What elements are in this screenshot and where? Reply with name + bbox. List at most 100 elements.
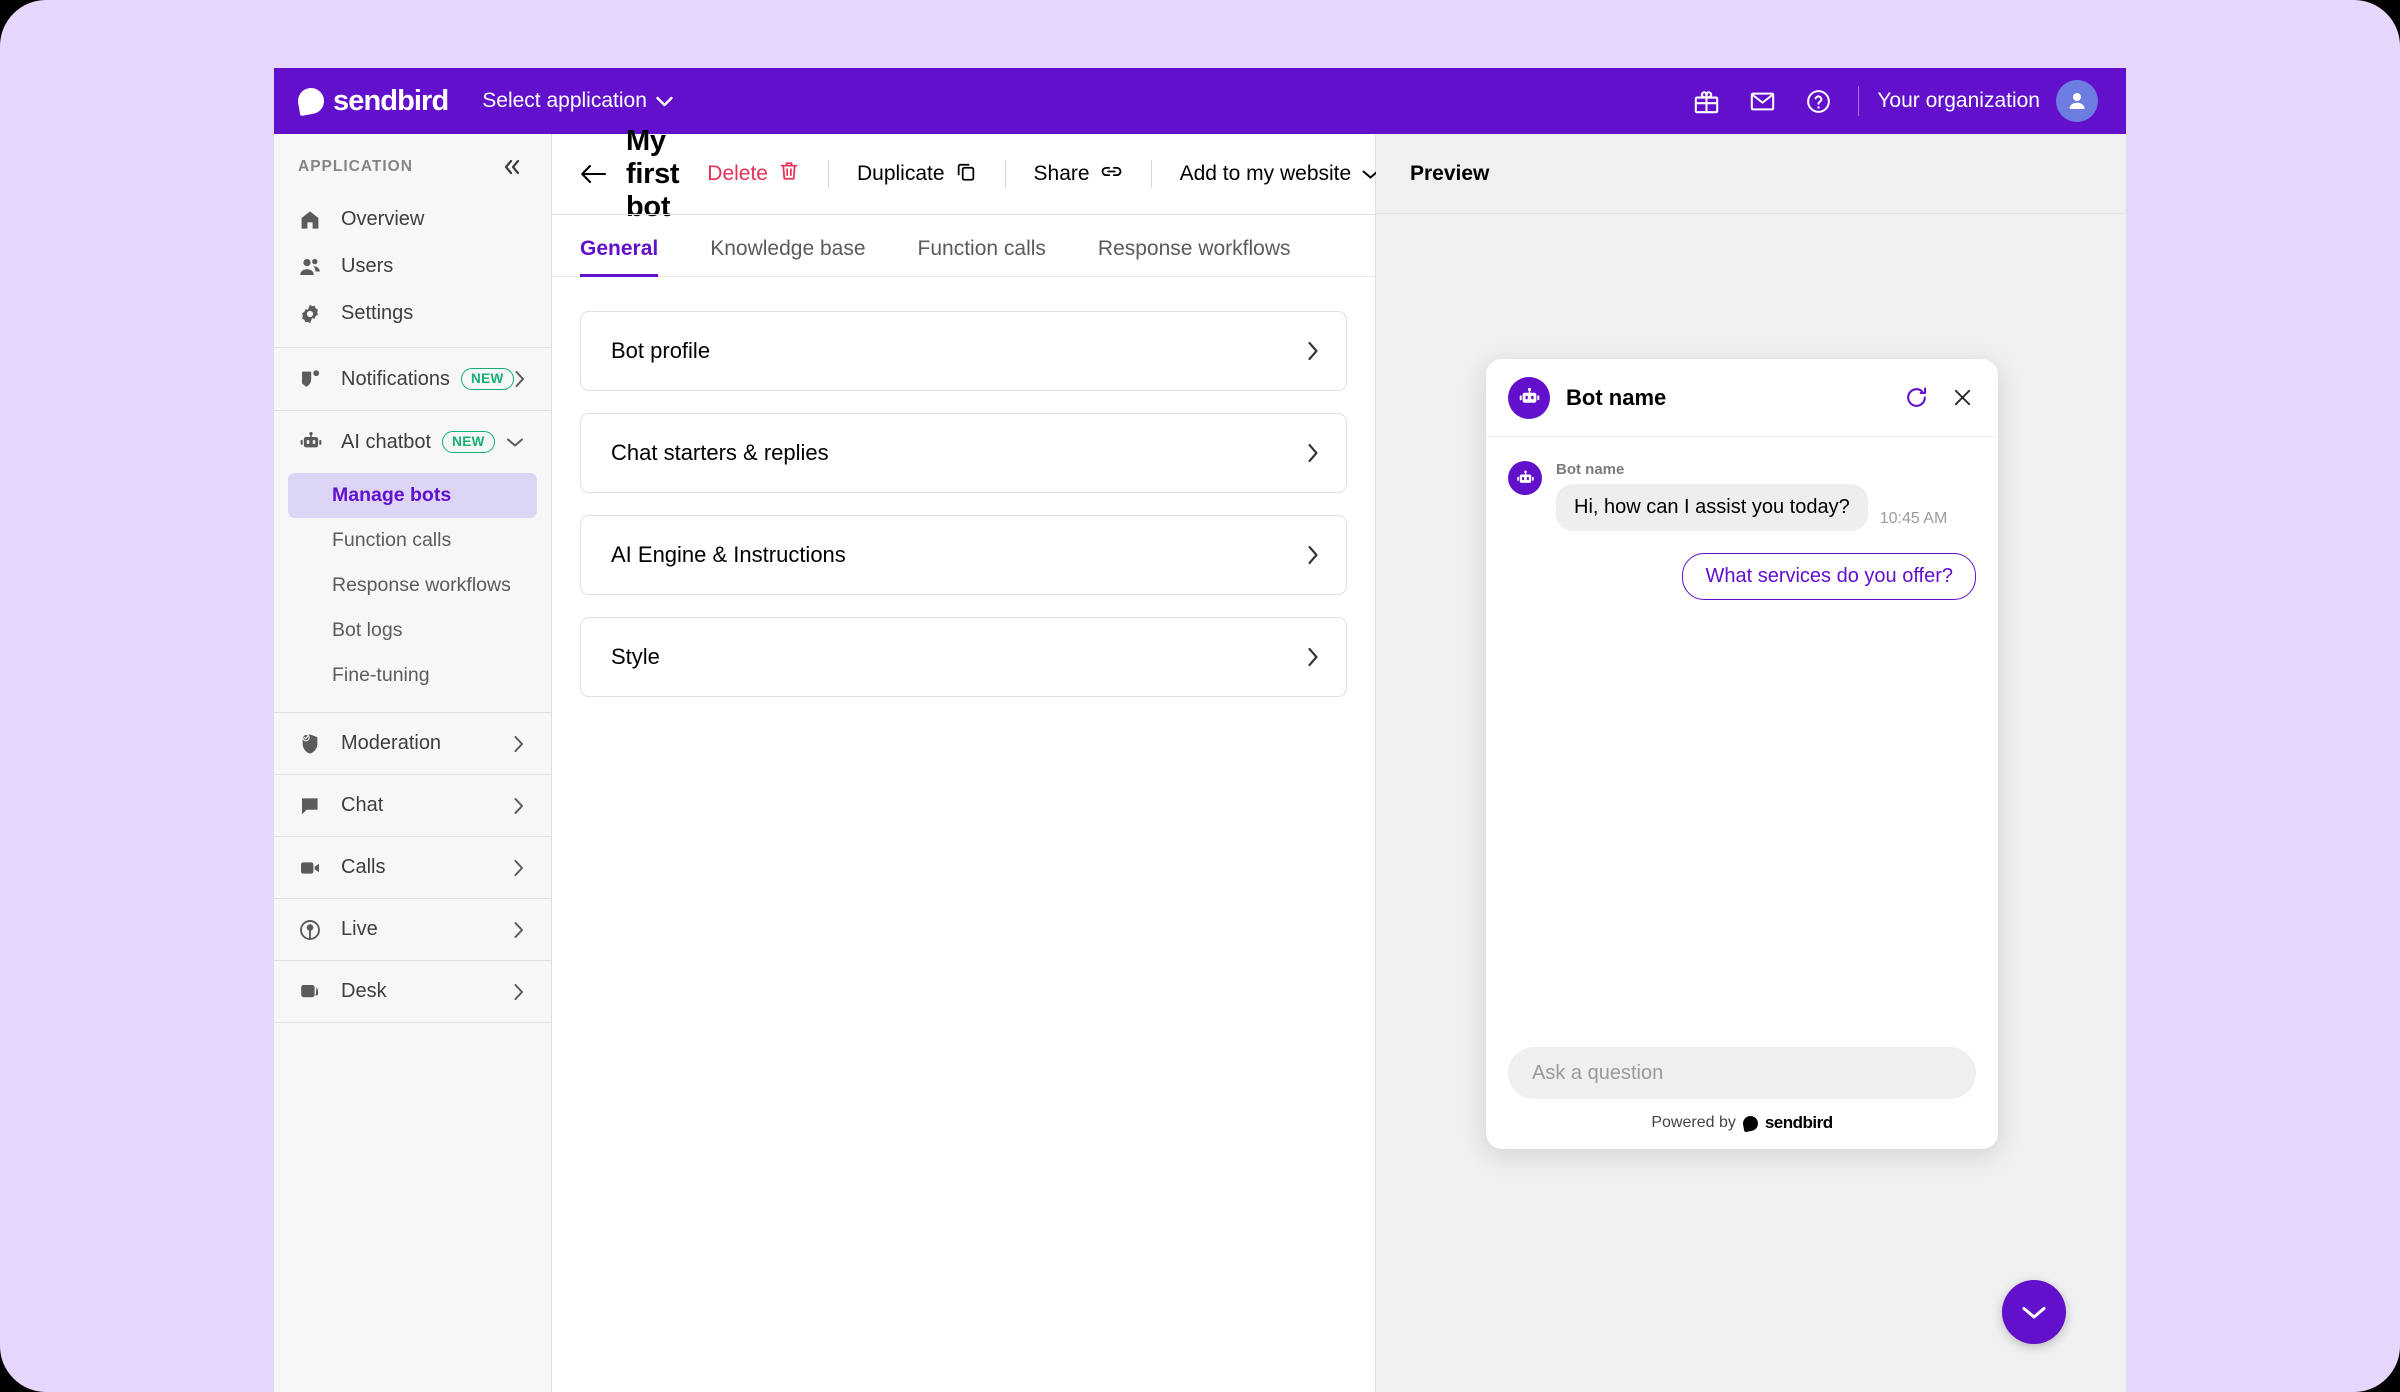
tab-function-calls[interactable]: Function calls: [892, 237, 1072, 276]
sidebar-item-fine-tuning[interactable]: Fine-tuning: [288, 653, 537, 698]
chevrons-left-icon[interactable]: [499, 154, 525, 180]
sidebar-item-overview[interactable]: Overview: [274, 196, 551, 243]
tab-label: General: [580, 237, 659, 260]
avatar[interactable]: [2056, 80, 2098, 122]
chevron-right-icon: [513, 796, 525, 816]
preview-body: Bot name Bot name Hi, how can I assist y…: [1376, 214, 2126, 1392]
desk-stack-icon: [298, 980, 328, 1004]
sidebar-item-ai-chatbot[interactable]: AI chatbot NEW: [274, 411, 551, 473]
tab-knowledge-base[interactable]: Knowledge base: [684, 237, 891, 276]
sidebar-group-calls: Calls: [274, 836, 551, 898]
delete-button[interactable]: Delete: [679, 152, 828, 196]
chevron-right-icon: [513, 920, 525, 940]
chat-suggestion-row: What services do you offer?: [1508, 553, 1976, 600]
sidebar-item-label: Live: [341, 918, 378, 940]
mail-icon[interactable]: [1734, 73, 1790, 129]
sidebar-group-chat: Chat: [274, 774, 551, 836]
sidebar-ai-sub-list: Manage bots Function calls Response work…: [274, 473, 551, 712]
delete-button-label: Delete: [707, 162, 768, 185]
sidebar-subitem-label: Manage bots: [332, 484, 452, 506]
sidebar-subitem-label: Function calls: [332, 529, 452, 551]
chat-launcher-button[interactable]: [2002, 1280, 2066, 1344]
chat-question-input[interactable]: [1508, 1047, 1976, 1099]
chevron-down-icon: [656, 89, 673, 113]
sidebar-item-notifications[interactable]: Notifications NEW: [274, 348, 551, 410]
sidebar-item-label: Users: [341, 255, 394, 277]
sidebar-item-label: AI chatbot: [341, 430, 432, 453]
sidebar-item-users[interactable]: Users: [274, 243, 551, 290]
sidebar-item-settings[interactable]: Settings: [274, 290, 551, 337]
sidebar-item-function-calls[interactable]: Function calls: [288, 518, 537, 563]
chat-widget-actions: [1900, 382, 1978, 414]
sidebar-item-label: Chat: [341, 794, 384, 816]
chat-suggested-reply[interactable]: What services do you offer?: [1682, 553, 1976, 600]
application-selector[interactable]: Select application: [482, 89, 673, 113]
chevron-right-icon: [1306, 441, 1320, 465]
chat-widget-footer: Powered by sendbird: [1486, 1047, 1998, 1149]
card-ai-engine-instructions[interactable]: AI Engine & Instructions: [580, 515, 1347, 595]
chat-message-sender: Bot name: [1556, 461, 1625, 478]
tab-label: Knowledge base: [710, 237, 866, 260]
help-circle-icon[interactable]: [1790, 73, 1846, 129]
sidebar-item-response-workflows[interactable]: Response workflows: [288, 563, 537, 608]
arrow-left-icon[interactable]: [580, 162, 607, 186]
gift-icon[interactable]: [1678, 73, 1734, 129]
app-window: sendbird Select application Your organiz…: [274, 68, 2126, 1392]
chat-bubble-icon: [298, 794, 328, 818]
organization-name: Your organization: [1877, 89, 2040, 112]
sidebar-section-label: APPLICATION: [298, 158, 413, 175]
duplicate-button[interactable]: Duplicate: [829, 152, 1005, 196]
add-to-website-button[interactable]: Add to my website: [1152, 152, 1409, 196]
sidebar-item-label: Notifications: [341, 367, 450, 390]
card-title: AI Engine & Instructions: [611, 542, 846, 567]
sidebar-item-label: Settings: [341, 302, 414, 324]
sidebar-item-moderation[interactable]: Moderation: [274, 713, 551, 774]
card-chat-starters-replies[interactable]: Chat starters & replies: [580, 413, 1347, 493]
topbar-right-cluster: Your organization: [1678, 73, 2098, 129]
sidebar-item-live[interactable]: Live: [274, 899, 551, 960]
powered-by: Powered by sendbird: [1508, 1113, 1976, 1133]
card-style[interactable]: Style: [580, 617, 1347, 697]
bot-avatar-icon: [1508, 461, 1542, 495]
preview-panel: Preview Bot name Bot name Hi, how can I …: [1376, 134, 2126, 1392]
sidebar-item-manage-bots[interactable]: Manage bots: [288, 473, 537, 518]
sidebar-item-label: Overview: [341, 208, 425, 230]
sidebar: APPLICATION Overview Users Settings Noti…: [274, 134, 552, 1392]
broadcast-icon: [298, 918, 328, 942]
sidebar-primary-group: Overview Users Settings: [274, 194, 551, 347]
sidebar-item-chat[interactable]: Chat: [274, 775, 551, 836]
application-selector-label: Select application: [482, 89, 647, 112]
chat-message-bot: Bot name Hi, how can I assist you today?…: [1508, 461, 1976, 531]
sendbird-mark-icon: [295, 85, 327, 117]
close-icon[interactable]: [1946, 382, 1978, 414]
settings-card-list: Bot profile Chat starters & replies AI E…: [552, 277, 1375, 697]
bot-settings-panel: My first bot Delete Duplicate Share Add …: [552, 125, 1616, 1392]
sendbird-logo[interactable]: sendbird: [295, 85, 449, 118]
sidebar-item-calls[interactable]: Calls: [274, 837, 551, 898]
share-button[interactable]: Share: [1006, 152, 1151, 196]
chevron-right-icon: [1306, 645, 1320, 669]
card-bot-profile[interactable]: Bot profile: [580, 311, 1347, 391]
sidebar-item-desk[interactable]: Desk: [274, 961, 551, 1022]
tab-label: Function calls: [917, 237, 1046, 260]
status-badge: NEW: [442, 431, 495, 453]
chevron-down-icon: [2022, 1306, 2046, 1318]
chat-widget-title: Bot name: [1566, 384, 1667, 410]
chat-message-bubble: Hi, how can I assist you today?: [1556, 484, 1868, 531]
chevron-right-icon: [513, 858, 525, 878]
tab-general[interactable]: General: [580, 237, 684, 277]
bot-avatar-icon: [1508, 376, 1550, 419]
sidebar-item-bot-logs[interactable]: Bot logs: [288, 608, 537, 653]
duplicate-button-label: Duplicate: [856, 162, 945, 185]
share-button-label: Share: [1033, 162, 1090, 185]
card-title: Bot profile: [611, 338, 711, 363]
powered-by-brand: sendbird: [1764, 1113, 1833, 1132]
sidebar-subitem-label: Fine-tuning: [332, 664, 430, 686]
sidebar-item-label: Moderation: [341, 732, 442, 754]
chat-message-content: Bot name Hi, how can I assist you today?…: [1556, 461, 1947, 531]
tab-response-workflows[interactable]: Response workflows: [1072, 237, 1317, 276]
copy-icon: [955, 160, 977, 188]
refresh-icon[interactable]: [1900, 382, 1932, 414]
robot-icon: [298, 429, 328, 455]
powered-by-prefix: Powered by: [1651, 1114, 1736, 1131]
